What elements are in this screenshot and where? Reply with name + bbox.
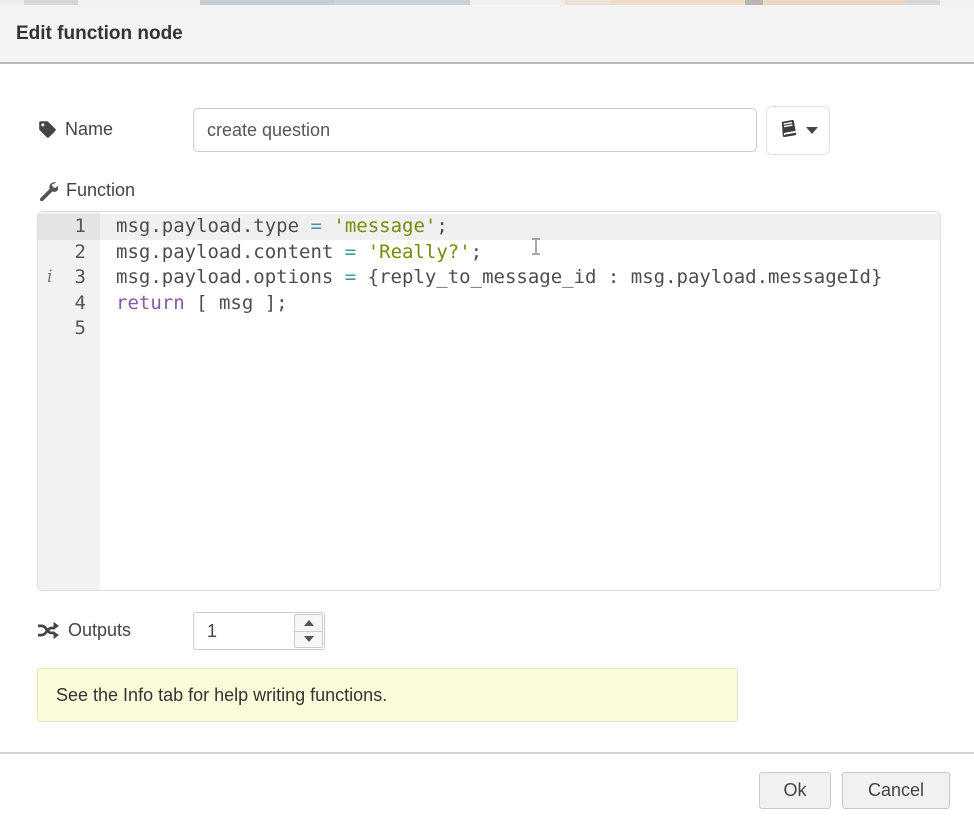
info-annotation-icon: i bbox=[47, 265, 52, 291]
code-text: msg.payload.options = {reply_to_message_… bbox=[100, 265, 882, 291]
shuffle-icon bbox=[37, 621, 60, 640]
line-number: 5 bbox=[38, 316, 100, 342]
name-label-row: Name bbox=[38, 119, 113, 140]
book-icon bbox=[779, 118, 799, 143]
function-label: Function bbox=[66, 180, 135, 201]
line-number: 1 bbox=[38, 214, 100, 240]
spinner-up-button[interactable] bbox=[294, 614, 323, 632]
function-label-row: Function bbox=[38, 180, 135, 201]
code-line[interactable]: 4return [ msg ]; bbox=[38, 291, 940, 317]
form-tip: See the Info tab for help writing functi… bbox=[37, 668, 738, 722]
code-line[interactable]: 3imsg.payload.options = {reply_to_messag… bbox=[38, 265, 940, 291]
outputs-input[interactable] bbox=[194, 613, 294, 649]
code-text: return [ msg ]; bbox=[100, 291, 288, 317]
name-input[interactable] bbox=[193, 108, 757, 152]
outputs-spinner bbox=[193, 612, 325, 650]
line-number: 2 bbox=[38, 240, 100, 266]
tag-icon bbox=[38, 120, 57, 139]
editor-code-rows: 1msg.payload.type = 'message';2msg.paylo… bbox=[38, 214, 940, 342]
line-number: 3i bbox=[38, 265, 100, 291]
library-button[interactable] bbox=[766, 106, 830, 155]
function-code-editor[interactable]: 1msg.payload.type = 'message';2msg.paylo… bbox=[37, 211, 941, 591]
triangle-down-icon bbox=[304, 636, 314, 642]
line-number: 4 bbox=[38, 291, 100, 317]
code-line[interactable]: 1msg.payload.type = 'message'; bbox=[38, 214, 940, 240]
caret-down-icon bbox=[806, 127, 818, 134]
footer-divider bbox=[0, 752, 974, 754]
dialog-header: Edit function node bbox=[0, 5, 974, 64]
edit-function-node-dialog: Edit function node Name bbox=[0, 0, 974, 827]
cancel-button[interactable]: Cancel bbox=[842, 772, 950, 809]
text-cursor-ibeam bbox=[531, 237, 541, 256]
code-line[interactable]: 2msg.payload.content = 'Really?'; bbox=[38, 240, 940, 266]
name-label: Name bbox=[65, 119, 113, 140]
spinner-down-button[interactable] bbox=[294, 632, 323, 649]
dialog-title: Edit function node bbox=[16, 23, 183, 45]
outputs-label: Outputs bbox=[68, 620, 131, 641]
code-text: msg.payload.type = 'message'; bbox=[100, 214, 448, 240]
triangle-up-icon bbox=[304, 620, 314, 626]
code-line[interactable]: 5 bbox=[38, 316, 940, 342]
outputs-label-row: Outputs bbox=[37, 620, 131, 641]
ok-button[interactable]: Ok bbox=[759, 772, 831, 809]
form-tip-text: See the Info tab for help writing functi… bbox=[56, 685, 387, 706]
wrench-icon bbox=[38, 181, 58, 201]
code-text: msg.payload.content = 'Really?'; bbox=[100, 240, 482, 266]
code-text bbox=[100, 316, 116, 342]
